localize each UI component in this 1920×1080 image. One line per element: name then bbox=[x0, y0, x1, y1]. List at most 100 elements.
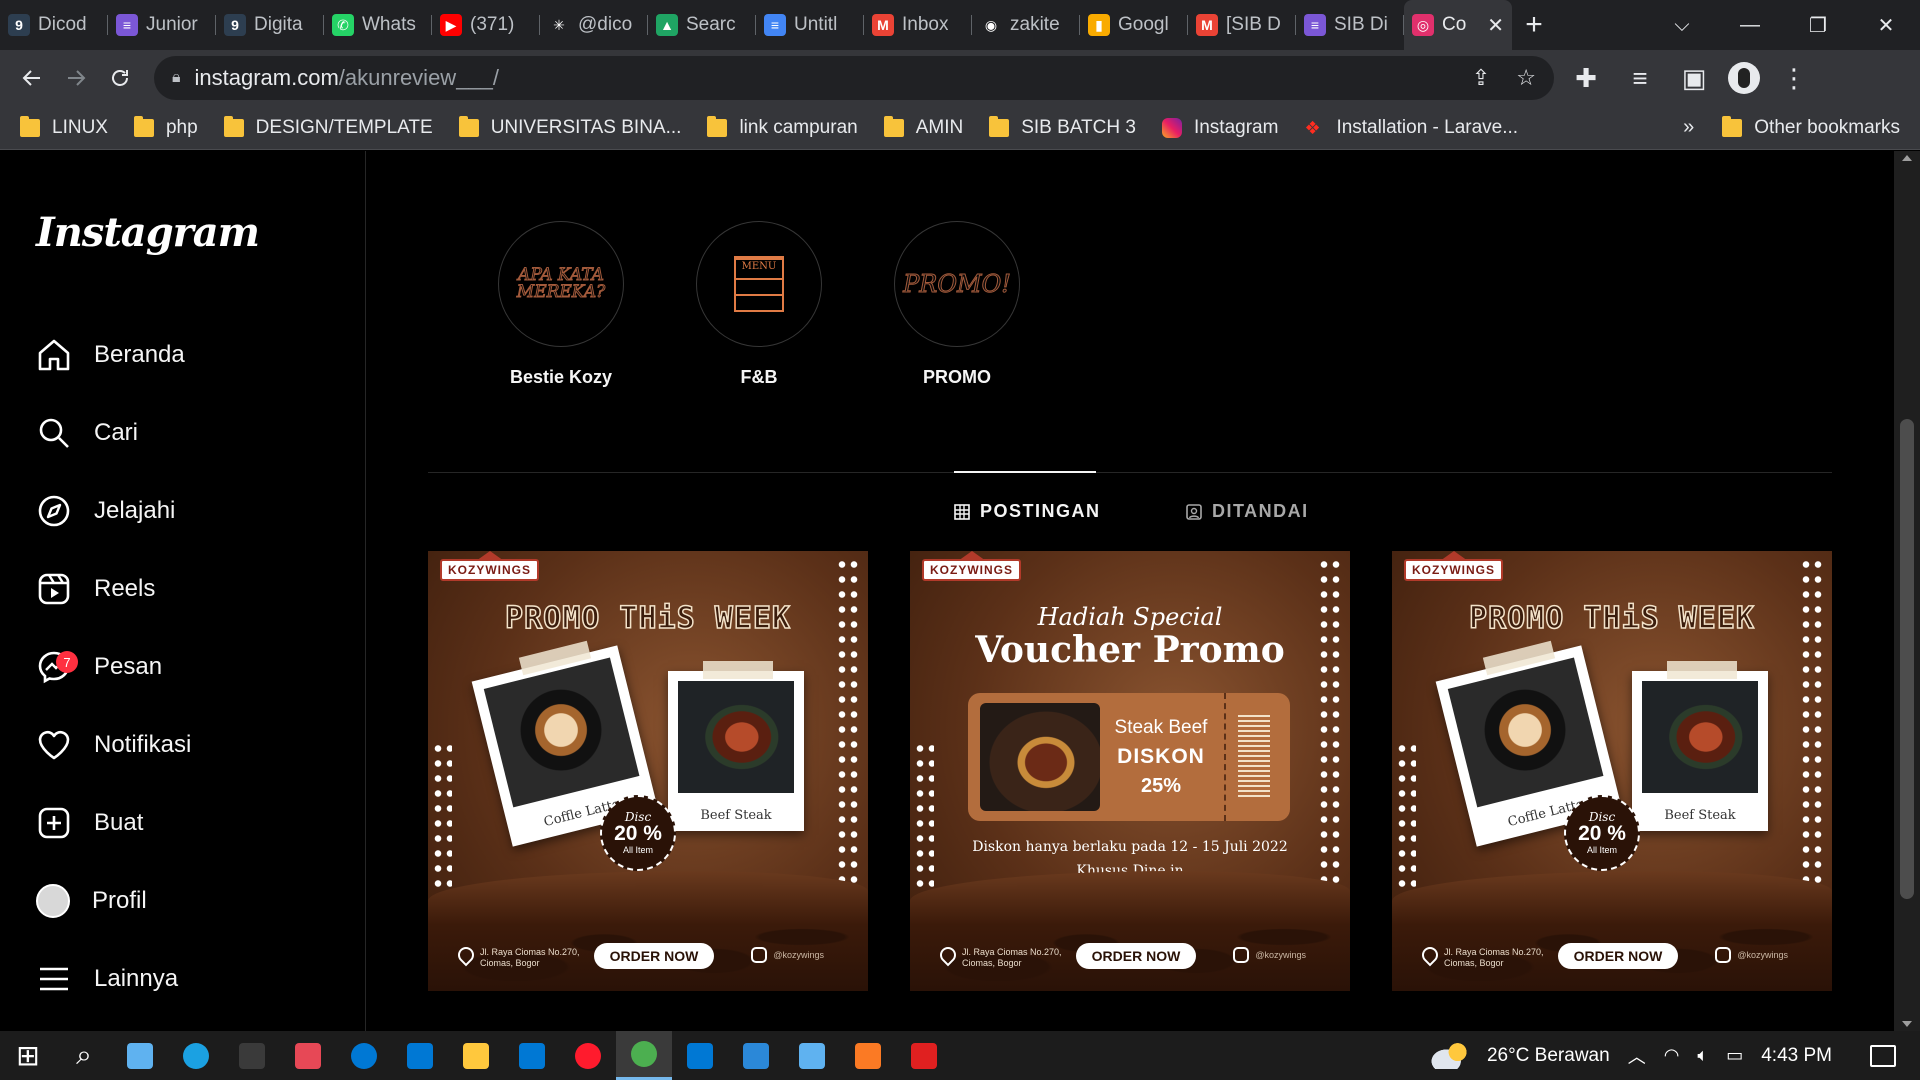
browser-tab[interactable]: ◉ zakite bbox=[972, 0, 1080, 50]
bookmark-item[interactable]: SIB BATCH 3 bbox=[989, 115, 1136, 139]
new-tab-button[interactable]: + bbox=[1512, 0, 1556, 50]
post-tile[interactable]: KOZYWINGS PROMO THiS WEEK Coffle Latte B… bbox=[428, 551, 868, 991]
folder-icon bbox=[458, 115, 479, 137]
nav-item-jelajahi[interactable]: Jelajahi bbox=[36, 483, 175, 539]
bookmark-item[interactable]: UNIVERSITAS BINA... bbox=[458, 115, 681, 139]
post-tile[interactable]: KOZYWINGS Hadiah Special Voucher Promo S… bbox=[910, 551, 1350, 991]
steak-photo bbox=[980, 703, 1100, 811]
close-window-button[interactable]: ✕ bbox=[1852, 0, 1920, 50]
chrome-taskbar-button[interactable] bbox=[616, 1031, 672, 1080]
reload-icon bbox=[112, 70, 128, 86]
weather-icon[interactable] bbox=[1430, 1042, 1469, 1069]
other-bookmarks[interactable]: Other bookmarks bbox=[1722, 115, 1900, 139]
nav-item-pesan[interactable]: 7 Pesan bbox=[36, 639, 162, 695]
terminal-taskbar-button[interactable] bbox=[224, 1031, 280, 1080]
nav-item-notifikasi[interactable]: Notifikasi bbox=[36, 717, 191, 773]
bookmark-item[interactable]: Instagram bbox=[1161, 117, 1278, 139]
bookmark-item[interactable]: DESIGN/TEMPLATE bbox=[223, 115, 433, 139]
restore-button[interactable]: ❐ bbox=[1784, 0, 1852, 50]
bookmark-item[interactable]: php bbox=[133, 115, 198, 139]
start-button-icon: ⊞ bbox=[16, 1040, 40, 1071]
task-view-taskbar-button[interactable] bbox=[112, 1031, 168, 1080]
wifi-icon[interactable]: ◠ bbox=[1664, 1045, 1680, 1066]
bookmark-item[interactable]: link campuran bbox=[707, 115, 858, 139]
battery-icon[interactable]: ▭ bbox=[1726, 1045, 1743, 1066]
browser-tab[interactable]: ≡ Untitl bbox=[756, 0, 864, 50]
instagram-logo[interactable]: Instagram bbox=[36, 209, 260, 256]
arrow-app-taskbar-button[interactable] bbox=[728, 1031, 784, 1080]
bookmarks-overflow-button[interactable]: » bbox=[1683, 116, 1694, 139]
start-button-taskbar-button[interactable]: ⊞ bbox=[0, 1031, 56, 1080]
browser-tab[interactable]: ▲ Searc bbox=[648, 0, 756, 50]
back-button[interactable] bbox=[10, 56, 54, 100]
browser-tab[interactable]: ✆ Whats bbox=[324, 0, 432, 50]
browser-toolbar: 🔒︎ instagram.com/akunreview___/ ⇪ ☆ ✚ ≡ … bbox=[0, 50, 1920, 106]
edge-taskbar-button[interactable] bbox=[168, 1031, 224, 1080]
browser-tab[interactable]: ▶ (371) bbox=[432, 0, 540, 50]
side-panel-icon[interactable]: ▣ bbox=[1674, 56, 1714, 100]
search-icon bbox=[36, 415, 72, 451]
scrollbar-thumb[interactable] bbox=[1900, 419, 1914, 899]
nav-item-buat[interactable]: Buat bbox=[36, 795, 143, 851]
chrome-menu-icon[interactable]: ⋮ bbox=[1774, 56, 1814, 100]
tab-posts[interactable]: POSTINGAN bbox=[954, 501, 1101, 522]
browser-tab[interactable]: 9 Dicod bbox=[0, 0, 108, 50]
gift-app-taskbar-button[interactable] bbox=[280, 1031, 336, 1080]
bookmark-item[interactable]: ❖ Installation - Larave... bbox=[1304, 117, 1518, 139]
xampp-taskbar-button[interactable] bbox=[840, 1031, 896, 1080]
reload-button[interactable] bbox=[98, 56, 142, 100]
remote-desktop-taskbar-button[interactable] bbox=[784, 1031, 840, 1080]
browser-tab[interactable]: ✳ @dico bbox=[540, 0, 648, 50]
post-tile[interactable]: KOZYWINGS PROMO THiS WEEK Coffle Latte B… bbox=[1392, 551, 1832, 991]
browser-tab[interactable]: ≡ SIB Di bbox=[1296, 0, 1404, 50]
mail-taskbar-button[interactable] bbox=[672, 1031, 728, 1080]
browser-tab[interactable]: ≡ Junior bbox=[108, 0, 216, 50]
file-explorer-taskbar-button[interactable] bbox=[448, 1031, 504, 1080]
tab-title: Digita bbox=[254, 14, 303, 35]
nav-item-lainnya[interactable]: Lainnya bbox=[36, 951, 178, 1007]
scroll-up-arrow-icon[interactable] bbox=[1902, 155, 1912, 161]
forward-button[interactable] bbox=[54, 56, 98, 100]
nav-item-reels[interactable]: Reels bbox=[36, 561, 155, 617]
minimize-button[interactable]: — bbox=[1716, 0, 1784, 50]
gmail-icon: M bbox=[872, 14, 894, 36]
tab-tagged[interactable]: DITANDAI bbox=[1186, 501, 1309, 522]
story-highlight[interactable]: APA KATA MEREKA? Bestie Kozy bbox=[496, 221, 626, 388]
dicoding-icon: 9 bbox=[224, 14, 246, 36]
nav-item-profil[interactable]: Profil bbox=[36, 873, 147, 929]
acrobat-taskbar-button[interactable] bbox=[896, 1031, 952, 1080]
clock[interactable]: 4:43 PM bbox=[1761, 1045, 1832, 1067]
volume-icon[interactable]: 🔈︎ bbox=[1697, 1045, 1708, 1066]
store-taskbar-button[interactable] bbox=[504, 1031, 560, 1080]
search-button-taskbar-button[interactable]: ⌕ bbox=[56, 1031, 112, 1080]
star-icon[interactable]: ☆ bbox=[1516, 65, 1536, 91]
opera-taskbar-button[interactable] bbox=[560, 1031, 616, 1080]
browser-tab[interactable]: ◎ Co ✕ bbox=[1404, 0, 1512, 50]
browser-tab[interactable]: 9 Digita bbox=[216, 0, 324, 50]
bookmark-label: DESIGN/TEMPLATE bbox=[255, 116, 433, 138]
address-bar[interactable]: 🔒︎ instagram.com/akunreview___/ ⇪ ☆ bbox=[154, 56, 1554, 100]
browser-tab[interactable]: M Inbox bbox=[864, 0, 972, 50]
bookmark-item[interactable]: LINUX bbox=[20, 115, 108, 139]
story-highlight[interactable]: MENU F&B bbox=[694, 221, 824, 388]
notification-center-icon[interactable] bbox=[1870, 1044, 1896, 1067]
weather-text[interactable]: 26°C Berawan bbox=[1487, 1045, 1610, 1067]
browser-tab[interactable]: ▮ Googl bbox=[1080, 0, 1188, 50]
extensions-icon[interactable]: ✚ bbox=[1566, 56, 1606, 100]
active-tab-indicator bbox=[954, 471, 1096, 473]
tab-search-button[interactable]: ⌵ bbox=[1648, 0, 1716, 50]
page-scrollbar[interactable] bbox=[1894, 151, 1920, 1031]
vscode-taskbar-button[interactable] bbox=[392, 1031, 448, 1080]
media-queue-icon[interactable]: ≡ bbox=[1620, 56, 1660, 100]
share-icon[interactable]: ⇪ bbox=[1472, 65, 1490, 91]
close-icon[interactable]: ✕ bbox=[1487, 13, 1504, 38]
scroll-down-arrow-icon[interactable] bbox=[1902, 1021, 1912, 1027]
chrome-profile-avatar[interactable] bbox=[1728, 62, 1760, 94]
nav-item-beranda[interactable]: Beranda bbox=[36, 327, 185, 383]
browser-tab[interactable]: M [SIB D bbox=[1188, 0, 1296, 50]
story-highlight[interactable]: PROMO! PROMO bbox=[892, 221, 1022, 388]
chevron-up-icon[interactable]: ︿ bbox=[1628, 1043, 1646, 1069]
app-circle-taskbar-button[interactable] bbox=[336, 1031, 392, 1080]
nav-item-cari[interactable]: Cari bbox=[36, 405, 138, 461]
bookmark-item[interactable]: AMIN bbox=[883, 115, 963, 139]
